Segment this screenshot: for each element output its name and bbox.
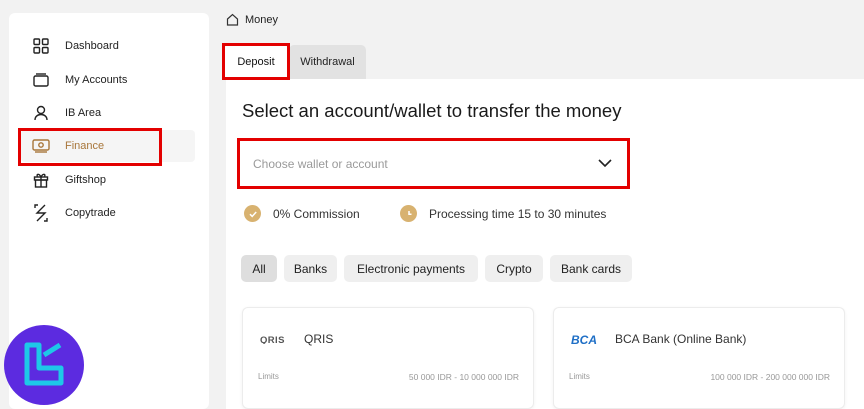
filter-label: Electronic payments	[356, 261, 466, 276]
svg-text:BCA: BCA	[571, 333, 597, 345]
finance-highlight	[18, 128, 162, 166]
filter-label: All	[252, 261, 266, 276]
check-icon	[244, 205, 261, 222]
page-title: Select an account/wallet to transfer the…	[242, 100, 622, 121]
grid-icon	[31, 36, 51, 56]
filter-electronic-payments[interactable]: Electronic payments	[344, 255, 478, 282]
filter-banks[interactable]: Banks	[284, 255, 337, 282]
processing-info: Processing time 15 to 30 minutes	[400, 205, 606, 222]
tab-withdrawal[interactable]: Withdrawal	[289, 45, 366, 79]
wallet-icon	[31, 70, 51, 90]
payment-card-qris[interactable]: QRIS QRIS Limits 50 000 IDR - 10 000 000…	[242, 307, 534, 409]
filter-crypto[interactable]: Crypto	[485, 255, 543, 282]
payment-card-bca[interactable]: BCA BCA Bank (Online Bank) Limits 100 00…	[553, 307, 845, 409]
select-highlight	[237, 138, 630, 189]
copytrade-icon	[31, 203, 51, 223]
sidebar-item-copytrade[interactable]: Copytrade	[21, 197, 195, 229]
payment-method-name: BCA Bank (Online Bank)	[615, 332, 747, 346]
breadcrumb-label[interactable]: Money	[245, 14, 278, 26]
limits-label: Limits	[569, 372, 590, 381]
deposit-highlight	[222, 43, 290, 80]
clock-icon	[400, 205, 417, 222]
filter-label: Crypto	[496, 261, 532, 276]
svg-text:QRIS: QRIS	[260, 335, 285, 344]
tab-withdrawal-label: Withdrawal	[300, 56, 355, 68]
home-icon[interactable]	[226, 13, 239, 26]
commission-info: 0% Commission	[244, 205, 360, 222]
filter-all[interactable]: All	[241, 255, 277, 282]
filter-label: Bank cards	[560, 261, 622, 276]
limits-label: Limits	[258, 372, 279, 381]
sidebar-item-label: IB Area	[65, 107, 102, 119]
commission-text: 0% Commission	[273, 206, 360, 221]
limits-value: 100 000 IDR - 200 000 000 IDR	[710, 372, 830, 382]
sidebar-item-label: Dashboard	[65, 40, 119, 52]
limits-value: 50 000 IDR - 10 000 000 IDR	[408, 372, 519, 382]
sidebar-item-label: My Accounts	[65, 74, 128, 86]
sidebar-item-my-accounts[interactable]: My Accounts	[21, 64, 195, 96]
sidebar-item-dashboard[interactable]: Dashboard	[21, 30, 195, 62]
gift-icon	[31, 170, 51, 190]
filter-label: Banks	[293, 261, 328, 276]
sidebar-item-label: Copytrade	[65, 207, 116, 219]
filter-bank-cards[interactable]: Bank cards	[550, 255, 632, 282]
user-icon	[31, 103, 51, 123]
sidebar-item-label: Giftshop	[65, 174, 106, 186]
qris-logo: QRIS	[260, 332, 290, 346]
sidebar-item-giftshop[interactable]: Giftshop	[21, 164, 195, 196]
breadcrumb: Money	[226, 13, 278, 26]
processing-text: Processing time 15 to 30 minutes	[429, 206, 607, 221]
brand-logo	[4, 325, 84, 405]
sidebar-item-ib-area[interactable]: IB Area	[21, 97, 195, 129]
bca-logo: BCA	[571, 332, 601, 346]
payment-method-name: QRIS	[304, 332, 334, 346]
